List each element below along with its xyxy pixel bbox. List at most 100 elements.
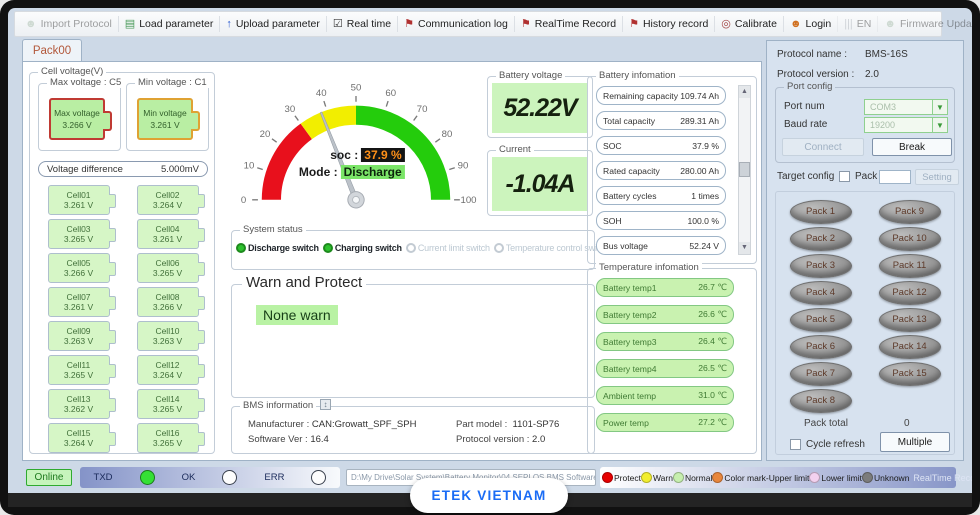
upload-parameter-button[interactable]: ↑ Upload parameter: [219, 16, 326, 32]
scroll-thumb[interactable]: [739, 162, 750, 177]
load-parameter-button[interactable]: ▤ Load parameter: [118, 16, 220, 32]
toolbar-icon: ⚑: [404, 19, 414, 30]
pack-button[interactable]: Pack 15: [879, 362, 941, 386]
etek-vietnam-badge: ETEK VIETNAM: [410, 478, 568, 513]
cycle-refresh-checkbox[interactable]: [790, 439, 801, 450]
svg-text:50: 50: [351, 83, 362, 94]
cell-name: Cell14: [155, 394, 179, 404]
pack-button[interactable]: Pack 10: [879, 227, 941, 251]
chevron-down-icon[interactable]: ▼: [932, 100, 947, 114]
txd-led-icon: [140, 470, 155, 485]
info-label: SOC: [603, 141, 622, 151]
sidebar-bottom-row: Cycle refresh Multiple: [776, 436, 954, 454]
toolbar-icon: ▤: [125, 19, 135, 30]
legend-label: Protect: [614, 473, 641, 483]
protocol-version-label: Protocol version :: [456, 434, 529, 445]
pack-button[interactable]: Pack 14: [879, 335, 941, 359]
bms-app-window: ☻ Import Protocol ▤ Load parameter ↑ Upl…: [8, 8, 972, 507]
cycle-refresh-label: Cycle refresh: [806, 439, 865, 450]
voltage-difference-value: 5.000mV: [161, 164, 199, 175]
pack-button[interactable]: Pack 6: [790, 335, 852, 359]
cell-name: Cell13: [66, 394, 90, 404]
toolbar-label: EN: [857, 18, 872, 30]
pack-button[interactable]: Pack 11: [879, 254, 941, 278]
status-switch: Discharge switch: [236, 243, 319, 253]
cell-item: Cell11 3.265 V: [48, 355, 110, 385]
sidebar-protocol-version-label: Protocol version :: [777, 69, 865, 80]
barcode-button[interactable]: ||| EN: [837, 16, 877, 32]
pack-button[interactable]: Pack 7: [790, 362, 852, 386]
legend-item: Lower limit: [809, 472, 862, 483]
temperature-info-group: Temperature infomation Battery temp1 26.…: [587, 268, 757, 454]
pack-button[interactable]: Pack 5: [790, 308, 852, 332]
import-protocol-button[interactable]: ☻ Import Protocol: [19, 16, 118, 32]
part-model-label: Part model :: [456, 419, 507, 430]
port-num-dropdown[interactable]: COM3 ▼: [864, 99, 948, 115]
multiple-button[interactable]: Multiple: [880, 432, 950, 452]
manufacturer-value: CAN:Growatt_SPF_SPH: [312, 419, 417, 430]
calibrate-button[interactable]: ◎ Calibrate: [714, 16, 783, 32]
toolbar-icon: ☻: [790, 19, 802, 30]
cell-voltage-group: Cell voltage(V) Max voltage : C5 Max vol…: [29, 72, 215, 454]
temp-value: 31.0 ℃: [698, 390, 727, 401]
cell-item: Cell04 3.261 V: [137, 219, 199, 249]
pack-button[interactable]: Pack 13: [879, 308, 941, 332]
cell-grid: Cell01 3.261 V Cell02 3.264 V Cell03 3.2…: [34, 185, 212, 453]
info-value: 100.0 %: [687, 216, 719, 226]
min-voltage-battery-icon: Min voltage 3.261 V: [137, 98, 193, 140]
realtime-record-button[interactable]: ⚑ RealTime Record: [514, 16, 622, 32]
status-switch: Current limit switch: [406, 243, 490, 253]
cell-voltage-title: Cell voltage(V): [38, 66, 106, 77]
break-button[interactable]: Break: [872, 138, 952, 156]
legend-dot-icon: [673, 472, 684, 483]
connect-button[interactable]: Connect: [782, 138, 864, 156]
firmware-update-button[interactable]: ☻ Firmware Update: [877, 16, 972, 32]
battery-info-row: Rated capacity 280.00 Ah: [596, 161, 726, 180]
real-time-button[interactable]: ☑ Real time: [326, 16, 397, 32]
pack-button[interactable]: Pack 1: [790, 200, 852, 224]
pack-button[interactable]: Pack 12: [879, 281, 941, 305]
port-config-title: Port config: [784, 81, 835, 92]
battery-info-row: Remaining capacity 109.74 Ah: [596, 86, 726, 105]
cell-value: 3.264 V: [64, 438, 93, 448]
switch-indicator-icon: [494, 243, 504, 253]
chevron-down-icon[interactable]: ▼: [932, 118, 947, 132]
battery-info-scrollbar[interactable]: ▲ ▼: [738, 85, 751, 255]
cell-value: 3.264 V: [153, 370, 182, 380]
pack-addr-input[interactable]: [879, 170, 911, 184]
legend-label: Unknown: [874, 473, 909, 483]
svg-text:70: 70: [417, 104, 428, 115]
scroll-down-icon[interactable]: ▼: [739, 242, 750, 254]
cell-item: Cell01 3.261 V: [48, 185, 110, 215]
pack-button[interactable]: Pack 8: [790, 389, 852, 413]
temperature-row: Battery temp3 26.4 ℃: [596, 332, 734, 351]
toolbar-icon: ☑: [333, 19, 343, 30]
manufacturer-label: Manufacturer :: [248, 419, 309, 430]
pack-addr-checkbox[interactable]: [839, 171, 850, 182]
bms-info-toggle-icon[interactable]: ↕: [320, 399, 331, 410]
pack-button[interactable]: Pack 3: [790, 254, 852, 278]
sidebar-protocol-version-value: 2.0: [865, 69, 879, 80]
pack-button[interactable]: Pack 4: [790, 281, 852, 305]
login-button[interactable]: ☻ Login: [783, 16, 837, 32]
temperature-row: Ambient temp 31.0 ℃: [596, 386, 734, 405]
pack-button[interactable]: Pack 2: [790, 227, 852, 251]
tab-pack00[interactable]: Pack00: [22, 39, 82, 62]
info-label: Rated capacity: [603, 166, 660, 176]
communication-log-button[interactable]: ⚑ Communication log: [397, 16, 514, 32]
info-label: Bus voltage: [603, 241, 648, 251]
temperature-row: Power temp 27.2 ℃: [596, 413, 734, 432]
toolbar-label: Upload parameter: [236, 18, 320, 30]
battery-info-title: Battery infomation: [596, 70, 679, 81]
cell-item: Cell05 3.266 V: [48, 253, 110, 283]
pack-button[interactable]: Pack 9: [879, 200, 941, 224]
min-voltage-group-title: Min voltage : C1: [135, 77, 210, 88]
err-led-icon: [311, 470, 326, 485]
history-record-button[interactable]: ⚑ History record: [622, 16, 714, 32]
info-label: Remaining capacity: [603, 91, 678, 101]
scroll-up-icon[interactable]: ▲: [739, 86, 750, 98]
ok-label: OK: [182, 472, 196, 483]
setting-button[interactable]: Setting: [915, 169, 959, 185]
baud-rate-value: 19200: [870, 120, 895, 130]
baud-rate-dropdown[interactable]: 19200 ▼: [864, 117, 948, 133]
